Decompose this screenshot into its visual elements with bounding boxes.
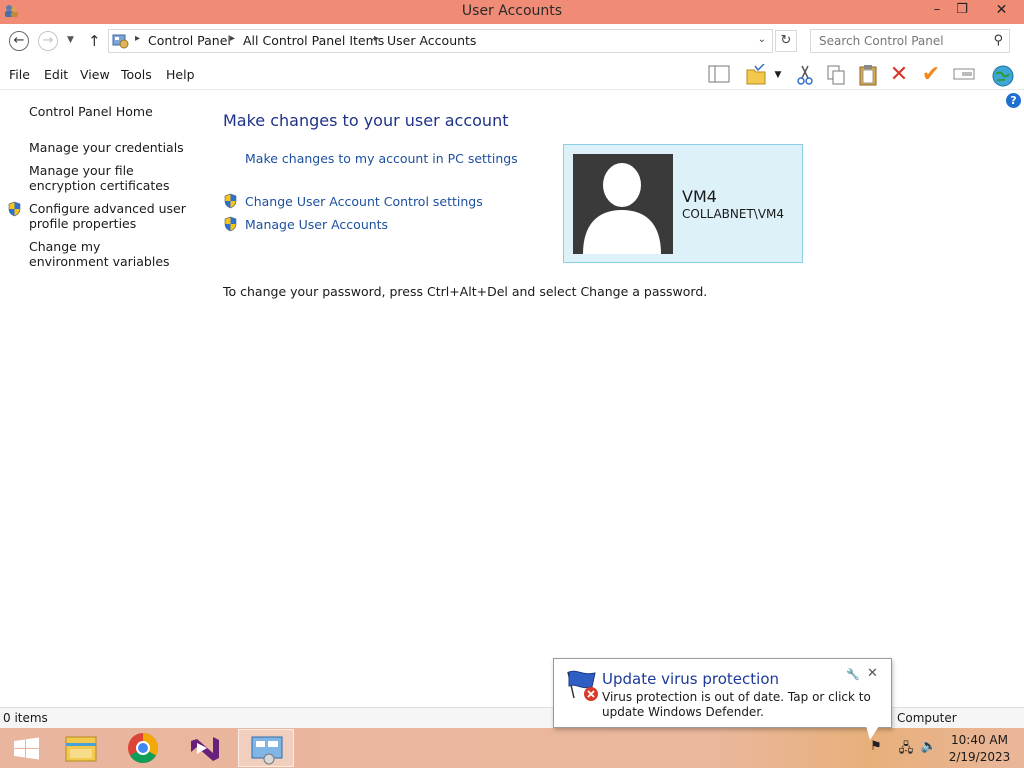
maximize-button[interactable]: ❐ bbox=[947, 0, 977, 22]
visual-studio-taskbar-button[interactable] bbox=[177, 729, 233, 767]
control-panel-icon bbox=[251, 736, 283, 765]
account-tile[interactable]: VM4 COLLABNET\VM4 bbox=[563, 144, 803, 263]
manage-credentials-link[interactable]: Manage your credentials bbox=[29, 140, 201, 155]
address-dropdown-icon[interactable]: ⌄ bbox=[758, 34, 766, 45]
uac-shield-icon bbox=[224, 193, 237, 209]
environment-variables-link[interactable]: Change my environment variables bbox=[29, 239, 179, 269]
help-icon[interactable]: ? bbox=[1006, 93, 1021, 108]
file-encryption-link[interactable]: Manage your file encryption certificates bbox=[29, 163, 189, 193]
menu-edit[interactable]: Edit bbox=[44, 67, 68, 82]
uac-shield-icon bbox=[8, 201, 21, 217]
menu-view[interactable]: View bbox=[80, 67, 110, 82]
notification-balloon[interactable]: Update virus protection Virus protection… bbox=[553, 658, 892, 728]
paste-icon[interactable] bbox=[855, 64, 881, 88]
network-icon[interactable]: 🖧 bbox=[897, 739, 915, 757]
menu-help[interactable]: Help bbox=[166, 67, 195, 82]
chrome-icon bbox=[128, 733, 158, 764]
visual-studio-icon bbox=[191, 737, 219, 761]
folder-properties-icon[interactable] bbox=[744, 63, 770, 88]
close-button[interactable]: ✕ bbox=[983, 0, 1020, 22]
folder-options-dropdown-icon[interactable]: ▼ bbox=[770, 64, 786, 88]
chrome-taskbar-button[interactable] bbox=[115, 729, 171, 767]
notification-options-icon[interactable]: 🔧 bbox=[846, 668, 860, 681]
uac-shield-icon bbox=[224, 216, 237, 232]
notification-message[interactable]: Virus protection is out of date. Tap or … bbox=[602, 690, 887, 720]
breadcrumb-control-panel[interactable]: Control Panel bbox=[148, 33, 231, 48]
clock-date[interactable]: 2/19/2023 bbox=[942, 750, 1017, 764]
action-center-icon[interactable]: ⚑ bbox=[867, 739, 885, 757]
notification-title[interactable]: Update virus protection bbox=[602, 670, 779, 688]
refresh-button[interactable]: ↻ bbox=[775, 30, 797, 52]
rename-icon[interactable] bbox=[951, 64, 977, 88]
forward-arrow-icon: → bbox=[42, 33, 54, 48]
defender-warning-flag-icon bbox=[567, 670, 598, 701]
volume-icon[interactable]: 🔈 bbox=[920, 739, 938, 757]
avatar bbox=[573, 154, 673, 254]
user-silhouette-icon bbox=[583, 163, 661, 254]
zone-label: Computer bbox=[897, 711, 957, 725]
windows-logo-icon bbox=[14, 737, 39, 760]
cut-icon[interactable] bbox=[792, 64, 818, 88]
globe-icon[interactable] bbox=[990, 64, 1016, 88]
password-instructions: To change your password, press Ctrl+Alt+… bbox=[223, 284, 708, 299]
back-button[interactable]: ← bbox=[9, 31, 29, 51]
forward-button[interactable]: → bbox=[38, 31, 58, 51]
search-icon[interactable]: ⚲ bbox=[993, 33, 1003, 48]
address-bar: ← → ▼ ↑ ▸ Control Panel ▸ All Control Pa… bbox=[0, 24, 1024, 60]
clock-time[interactable]: 10:40 AM bbox=[942, 733, 1017, 747]
account-name: VM4 bbox=[682, 187, 717, 206]
search-input[interactable]: Search Control Panel ⚲ bbox=[810, 29, 1010, 53]
control-panel-taskbar-button[interactable] bbox=[238, 729, 294, 767]
breadcrumb-all-items[interactable]: All Control Panel Items bbox=[243, 33, 384, 48]
menu-bar: File Edit View Tools Help ▼ ✕ ✔ bbox=[0, 60, 1024, 90]
up-arrow-icon: ↑ bbox=[88, 32, 101, 50]
recent-locations-dropdown[interactable]: ▼ bbox=[67, 35, 74, 45]
menu-file[interactable]: File bbox=[9, 67, 30, 82]
breadcrumb-separator-icon[interactable]: ▸ bbox=[374, 33, 379, 44]
account-domain: COLLABNET\VM4 bbox=[682, 207, 785, 221]
notification-tail bbox=[866, 726, 879, 740]
notification-close-icon[interactable]: ✕ bbox=[867, 666, 878, 681]
uac-settings-link[interactable]: Change User Account Control settings bbox=[245, 194, 483, 209]
page-title: Make changes to your user account bbox=[223, 111, 509, 130]
address-box[interactable]: ▸ Control Panel ▸ All Control Panel Item… bbox=[108, 29, 773, 53]
refresh-icon: ↻ bbox=[780, 33, 792, 48]
control-panel-icon bbox=[112, 34, 129, 49]
title-bar: User Accounts – ❐ ✕ bbox=[0, 0, 1024, 24]
file-explorer-icon bbox=[65, 736, 97, 762]
window-title: User Accounts bbox=[461, 3, 563, 19]
menu-tools[interactable]: Tools bbox=[121, 67, 152, 82]
delete-icon[interactable]: ✕ bbox=[886, 64, 912, 88]
search-placeholder: Search Control Panel bbox=[819, 34, 944, 48]
advanced-profile-link[interactable]: Configure advanced user profile properti… bbox=[29, 201, 189, 231]
control-panel-home-link[interactable]: Control Panel Home bbox=[29, 104, 201, 119]
start-button[interactable] bbox=[0, 729, 56, 767]
file-explorer-taskbar-button[interactable] bbox=[54, 729, 110, 767]
breadcrumb-separator-icon[interactable]: ▸ bbox=[230, 33, 235, 44]
breadcrumb-separator-icon[interactable]: ▸ bbox=[135, 33, 140, 44]
manage-user-accounts-link[interactable]: Manage User Accounts bbox=[245, 217, 388, 232]
layout-pane-icon[interactable] bbox=[706, 64, 732, 88]
breadcrumb-user-accounts[interactable]: User Accounts bbox=[387, 33, 476, 48]
copy-icon[interactable] bbox=[823, 64, 849, 88]
back-arrow-icon: ← bbox=[13, 33, 25, 48]
up-button[interactable]: ↑ bbox=[88, 32, 101, 50]
check-icon[interactable]: ✔ bbox=[918, 64, 944, 88]
pc-settings-link[interactable]: Make changes to my account in PC setting… bbox=[245, 151, 518, 166]
item-count: 0 items bbox=[3, 711, 48, 725]
